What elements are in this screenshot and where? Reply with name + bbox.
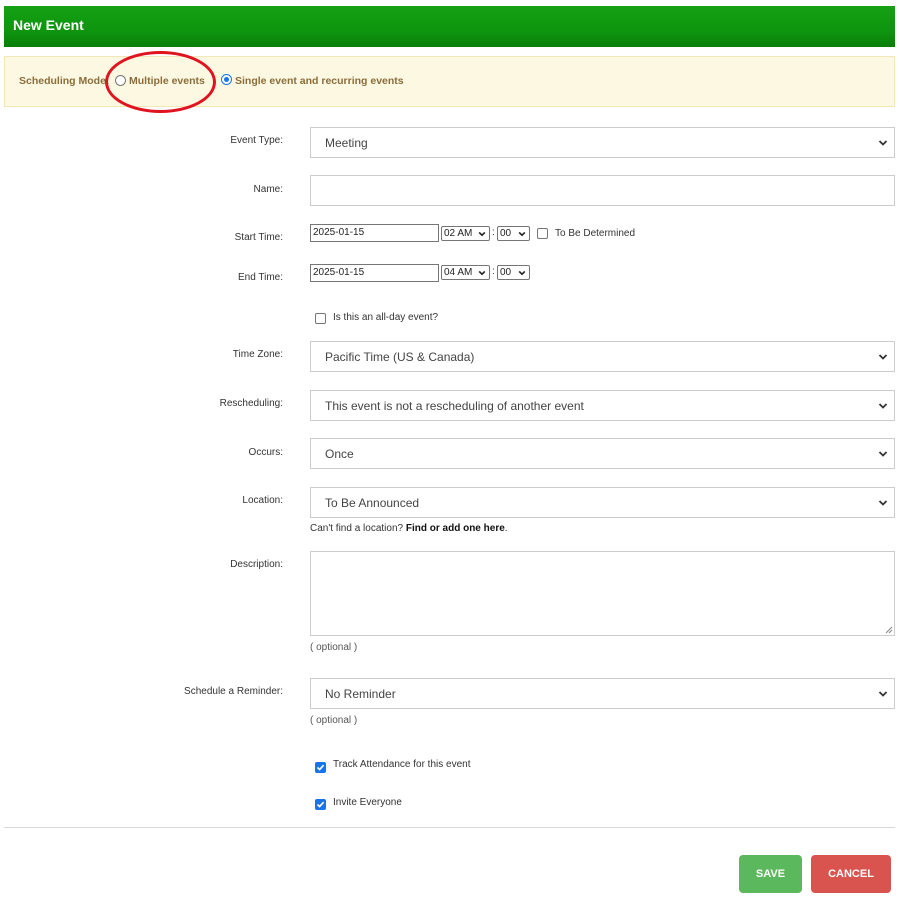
chevron-down-icon — [878, 354, 888, 360]
description-optional-hint: ( optional ) — [310, 642, 358, 653]
end-time-label: End Time: — [237, 272, 283, 283]
end-minute-value: 00 — [500, 267, 512, 278]
start-hour-select[interactable]: 02 AM — [441, 226, 490, 241]
reminder-optional-hint: ( optional ) — [310, 715, 358, 726]
name-input[interactable] — [310, 175, 895, 206]
find-location-link[interactable]: Find or add one here — [406, 523, 505, 534]
chevron-down-icon — [878, 691, 888, 697]
dialog-title: New Event — [13, 17, 84, 33]
name-label: Name: — [253, 184, 283, 195]
chevron-down-icon — [878, 403, 888, 409]
invite-everyone-checkbox[interactable] — [315, 799, 326, 810]
scheduling-mode-bar: Scheduling Mode: Multiple events Single … — [4, 56, 895, 107]
chevron-down-icon — [478, 270, 486, 276]
reminder-select[interactable]: No Reminder — [310, 678, 895, 709]
chevron-down-icon — [518, 270, 526, 276]
end-minute-select[interactable]: 00 — [497, 265, 530, 280]
location-help-text: Can't find a location? Find or add one h… — [310, 523, 508, 534]
resize-grip-icon[interactable] — [885, 626, 893, 634]
event-type-value: Meeting — [325, 136, 368, 150]
end-hour-select[interactable]: 04 AM — [441, 265, 490, 280]
location-label: Location: — [242, 495, 283, 506]
track-attendance-checkbox[interactable] — [315, 762, 326, 773]
radio-multiple-events-label[interactable]: Multiple events — [129, 75, 205, 87]
track-attendance-label[interactable]: Track Attendance for this event — [333, 759, 470, 770]
footer-divider — [4, 827, 895, 828]
radio-single-event-label[interactable]: Single event and recurring events — [235, 75, 404, 87]
reminder-value: No Reminder — [325, 687, 396, 701]
event-type-select[interactable]: Meeting — [310, 127, 895, 158]
rescheduling-label: Rescheduling: — [219, 398, 283, 409]
end-date-input[interactable]: 2025-01-15 — [310, 264, 439, 282]
chevron-down-icon — [878, 451, 888, 457]
location-help-prefix: Can't find a location? — [310, 523, 404, 534]
time-zone-label: Time Zone: — [232, 349, 283, 360]
chevron-down-icon — [518, 231, 526, 237]
time-zone-value: Pacific Time (US & Canada) — [325, 350, 475, 364]
start-time-colon: : — [492, 227, 495, 238]
radio-multiple-events[interactable] — [115, 75, 126, 86]
start-time-label: Start Time: — [234, 232, 283, 243]
all-day-label[interactable]: Is this an all-day event? — [333, 312, 438, 323]
occurs-label: Occurs: — [248, 447, 283, 458]
to-be-determined-label[interactable]: To Be Determined — [555, 228, 635, 239]
location-select[interactable]: To Be Announced — [310, 487, 895, 518]
occurs-select[interactable]: Once — [310, 438, 895, 469]
start-minute-value: 00 — [500, 228, 512, 239]
occurs-value: Once — [325, 447, 354, 461]
checkmark-icon — [316, 764, 325, 771]
radio-single-event[interactable] — [221, 74, 232, 85]
location-help-suffix: . — [504, 523, 508, 534]
chevron-down-icon — [878, 500, 888, 506]
save-button[interactable]: SAVE — [739, 855, 802, 893]
description-label: Description: — [230, 559, 283, 570]
rescheduling-value: This event is not a rescheduling of anot… — [325, 399, 584, 413]
dialog-header: New Event — [4, 6, 895, 47]
to-be-determined-checkbox[interactable] — [537, 228, 548, 239]
chevron-down-icon — [878, 140, 888, 146]
start-date-input[interactable]: 2025-01-15 — [310, 224, 439, 242]
start-hour-value: 02 AM — [444, 228, 473, 239]
end-time-colon: : — [492, 266, 495, 277]
start-minute-select[interactable]: 00 — [497, 226, 530, 241]
time-zone-select[interactable]: Pacific Time (US & Canada) — [310, 341, 895, 372]
event-type-label: Event Type: — [230, 135, 283, 146]
location-value: To Be Announced — [325, 496, 420, 510]
chevron-down-icon — [478, 231, 486, 237]
scheduling-mode-label: Scheduling Mode: — [19, 75, 110, 87]
cancel-button[interactable]: CANCEL — [811, 855, 891, 893]
description-textarea[interactable] — [310, 551, 895, 636]
rescheduling-select[interactable]: This event is not a rescheduling of anot… — [310, 390, 895, 421]
end-hour-value: 04 AM — [444, 267, 473, 278]
checkmark-icon — [316, 801, 325, 808]
invite-everyone-label[interactable]: Invite Everyone — [333, 797, 402, 808]
all-day-checkbox[interactable] — [315, 313, 326, 324]
reminder-label: Schedule a Reminder: — [184, 686, 283, 697]
